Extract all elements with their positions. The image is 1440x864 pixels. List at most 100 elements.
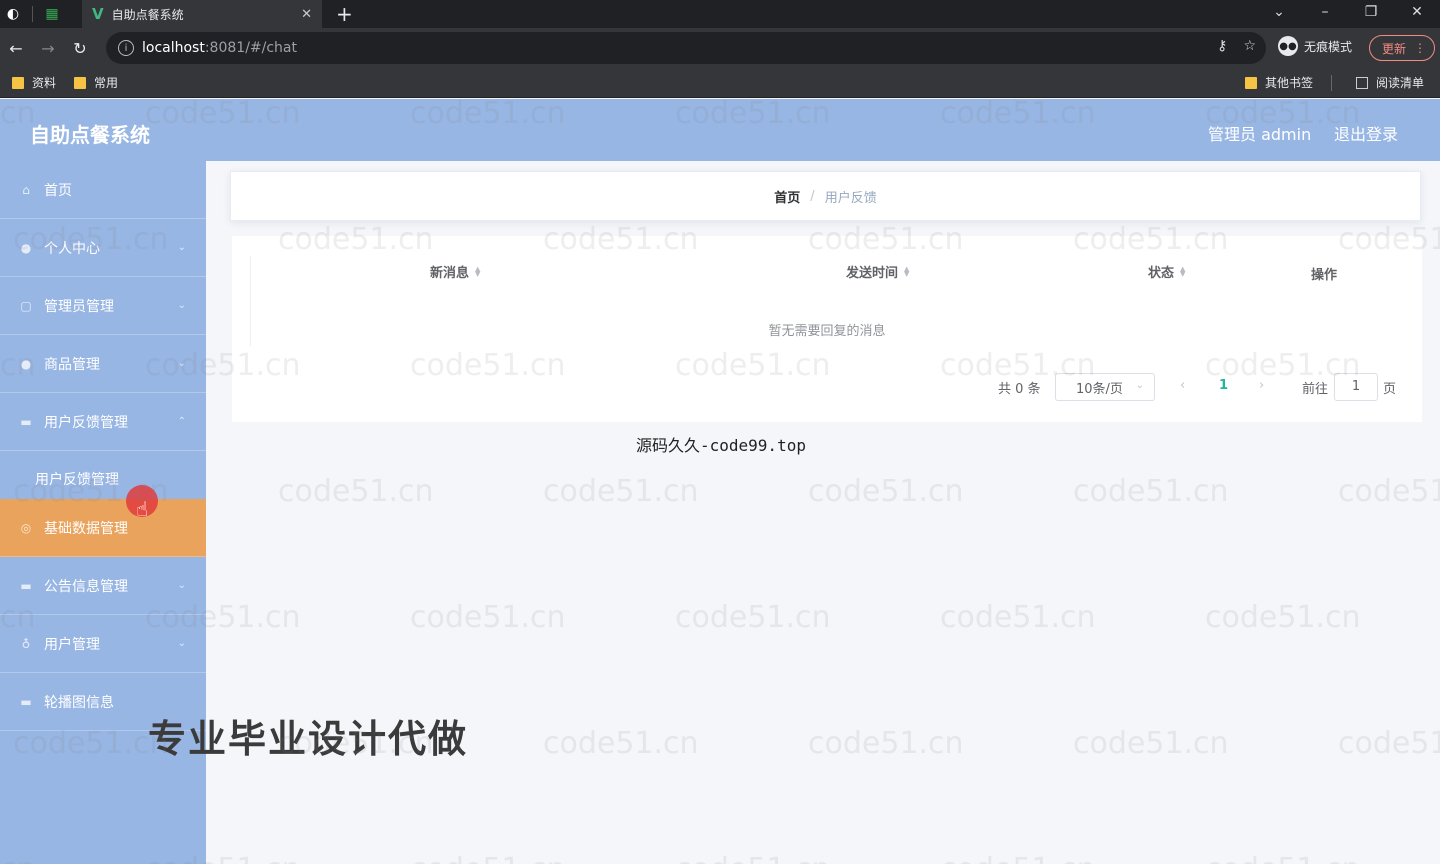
tab-search-icon[interactable]: ⌄ bbox=[1256, 0, 1302, 28]
logout-button[interactable]: 退出登录 bbox=[1334, 121, 1398, 145]
incognito-label: 无痕模式 bbox=[1304, 39, 1353, 54]
bookmarks-bar: 资料 常用 其他书签 阅读清单 bbox=[0, 68, 1440, 98]
feedback-table: 新消息 ▲ ▼ 发送时间 ▲ ▼ 状态 ▲ ▼ 操作 暂无需要回复的消息 bbox=[232, 236, 1422, 422]
chevron-down-icon: ⌄ bbox=[177, 358, 186, 369]
update-button[interactable]: 更新 ⋮ bbox=[1369, 35, 1435, 61]
users-icon: ♁ bbox=[21, 636, 31, 651]
sheet-icon[interactable]: ▦ bbox=[39, 0, 65, 28]
column-header-actions: 操作 bbox=[1311, 264, 1337, 283]
bookmark-folder[interactable]: 资料 bbox=[12, 74, 56, 91]
vue-logo-icon: V bbox=[92, 5, 104, 23]
window-controls: ⌄ – ❐ ✕ bbox=[1256, 0, 1440, 28]
carousel-icon: ▬ bbox=[20, 694, 32, 709]
home-icon: ⌂ bbox=[22, 182, 30, 197]
column-header-status[interactable]: 状态 ▲ ▼ bbox=[1148, 262, 1185, 281]
data-icon: ◎ bbox=[20, 520, 32, 535]
prev-page-button[interactable]: ‹ bbox=[1180, 378, 1185, 393]
sidebar-item-goods[interactable]: ● 商品管理 ⌄ bbox=[0, 335, 206, 393]
chevron-down-icon: ⌄ bbox=[177, 300, 186, 311]
window-close-icon[interactable]: ✕ bbox=[1394, 0, 1440, 28]
watermark-text: code51.cn bbox=[543, 726, 699, 761]
sidebar-item-admin[interactable]: ▢ 管理员管理 ⌄ bbox=[0, 277, 206, 335]
watermark-text: code51.cn bbox=[278, 474, 434, 509]
column-header-send-time[interactable]: 发送时间 ▲ ▼ bbox=[846, 262, 909, 281]
info-icon[interactable]: i bbox=[118, 40, 134, 56]
browser-menu-icon[interactable]: ◐ bbox=[0, 0, 26, 28]
column-header-label: 操作 bbox=[1311, 268, 1338, 283]
browser-tab[interactable]: V 自助点餐系统 ✕ bbox=[82, 0, 322, 28]
bookmark-star-icon[interactable]: ☆ bbox=[1243, 38, 1256, 54]
user-icon: ● bbox=[20, 240, 32, 255]
watermark-text: code51.cn bbox=[675, 600, 831, 635]
code99-watermark-text: 源码久久-code99.top bbox=[636, 436, 806, 455]
column-header-label: 新消息 bbox=[430, 266, 470, 281]
sort-icon[interactable]: ▲ ▼ bbox=[1180, 265, 1185, 277]
minimize-icon[interactable]: – bbox=[1302, 0, 1348, 28]
sidebar-item-users[interactable]: ♁ 用户管理 ⌄ bbox=[0, 615, 206, 673]
goto-page-input[interactable]: 1 bbox=[1334, 373, 1378, 401]
goto-label: 前往 bbox=[1302, 382, 1329, 397]
breadcrumb: 首页 / 用户反馈 bbox=[230, 171, 1421, 221]
bookmark-divider bbox=[1330, 74, 1332, 91]
watermark-text: code51.cn bbox=[1338, 474, 1440, 509]
watermark-text: code51.cn bbox=[1205, 852, 1361, 864]
watermark-text: code51.cn bbox=[940, 600, 1096, 635]
chevron-down-icon: ⌄ bbox=[177, 638, 186, 649]
restore-icon[interactable]: ❐ bbox=[1348, 0, 1394, 28]
sidebar-item-label: 商品管理 bbox=[44, 356, 100, 373]
sidebar-item-label: 基础数据管理 bbox=[44, 520, 128, 537]
sidebar-item-label: 公告信息管理 bbox=[44, 578, 128, 595]
other-bookmarks-label: 其他书签 bbox=[1264, 76, 1313, 90]
reading-list[interactable]: 阅读清单 bbox=[1355, 74, 1424, 91]
watermark-text: code51.cn bbox=[1073, 474, 1229, 509]
more-icon: ⋮ bbox=[1414, 41, 1426, 55]
page-number-current[interactable]: 1 bbox=[1219, 378, 1228, 393]
incognito-indicator[interactable]: ●● 无痕模式 bbox=[1278, 36, 1352, 56]
address-bar[interactable]: i localhost:8081/#/chat ⚷ ☆ bbox=[106, 32, 1266, 64]
update-label: 更新 bbox=[1382, 41, 1407, 56]
sort-icon[interactable]: ▲ ▼ bbox=[475, 265, 480, 277]
hand-cursor-icon: ☝ bbox=[136, 497, 149, 521]
watermark-text: code51.cn bbox=[1338, 726, 1440, 761]
folder-icon bbox=[1244, 76, 1257, 89]
key-icon[interactable]: ⚷ bbox=[1217, 38, 1227, 54]
sidebar-item-notice[interactable]: ▬ 公告信息管理 ⌄ bbox=[0, 557, 206, 615]
empty-state: 暂无需要回复的消息 bbox=[768, 324, 886, 339]
watermark-text: code51.cn bbox=[675, 852, 831, 864]
notice-icon: ▬ bbox=[20, 578, 32, 593]
watermark-text: code51.cn bbox=[940, 852, 1096, 864]
tab-close-icon[interactable]: ✕ bbox=[301, 7, 312, 22]
sidebar-item-label: 用户管理 bbox=[44, 636, 100, 653]
forward-icon[interactable]: → bbox=[32, 39, 64, 58]
watermark-text: code51.cn bbox=[543, 474, 699, 509]
page-size-select[interactable]: 10条/页 ⌄ bbox=[1055, 373, 1155, 401]
new-tab-icon[interactable]: + bbox=[336, 2, 353, 26]
other-bookmarks[interactable]: 其他书签 bbox=[1244, 74, 1313, 91]
reading-list-label: 阅读清单 bbox=[1375, 76, 1424, 90]
browser-toolbar: ← → ↻ i localhost:8081/#/chat ⚷ ☆ ●● 无痕模… bbox=[0, 28, 1440, 68]
page-size-value: 10条/页 bbox=[1076, 381, 1123, 397]
chevron-down-icon: ⌄ bbox=[177, 242, 186, 253]
goods-icon: ● bbox=[20, 356, 32, 371]
sidebar-item-home[interactable]: ⌂ 首页 bbox=[0, 161, 206, 219]
chevron-down-icon: ⌄ bbox=[1135, 380, 1144, 391]
sidebar-item-profile[interactable]: ● 个人中心 ⌄ bbox=[0, 219, 206, 277]
bookmark-folder[interactable]: 常用 bbox=[74, 74, 118, 91]
sidebar-item-label: 用户反馈管理 bbox=[44, 414, 128, 431]
promo-watermark-text: 专业毕业设计代做 bbox=[148, 717, 469, 761]
folder-icon bbox=[12, 76, 24, 89]
next-page-button[interactable]: › bbox=[1259, 378, 1264, 393]
tab-divider bbox=[32, 6, 33, 22]
column-header-label: 发送时间 bbox=[846, 266, 899, 281]
sort-icon[interactable]: ▲ ▼ bbox=[904, 265, 909, 277]
sidebar-item-base-data[interactable]: ◎ 基础数据管理 bbox=[0, 499, 206, 557]
breadcrumb-home[interactable]: 首页 bbox=[774, 187, 800, 206]
reload-icon[interactable]: ↻ bbox=[64, 39, 96, 58]
column-header-message[interactable]: 新消息 ▲ ▼ bbox=[430, 262, 480, 281]
watermark-text: code51.cn bbox=[410, 852, 566, 864]
back-icon[interactable]: ← bbox=[0, 39, 32, 58]
sidebar-item-feedback[interactable]: ▬ 用户反馈管理 ⌃ bbox=[0, 393, 206, 451]
watermark-text: code51.cn bbox=[808, 474, 964, 509]
incognito-icon: ●● bbox=[1278, 36, 1298, 56]
breadcrumb-separator: / bbox=[810, 188, 815, 204]
